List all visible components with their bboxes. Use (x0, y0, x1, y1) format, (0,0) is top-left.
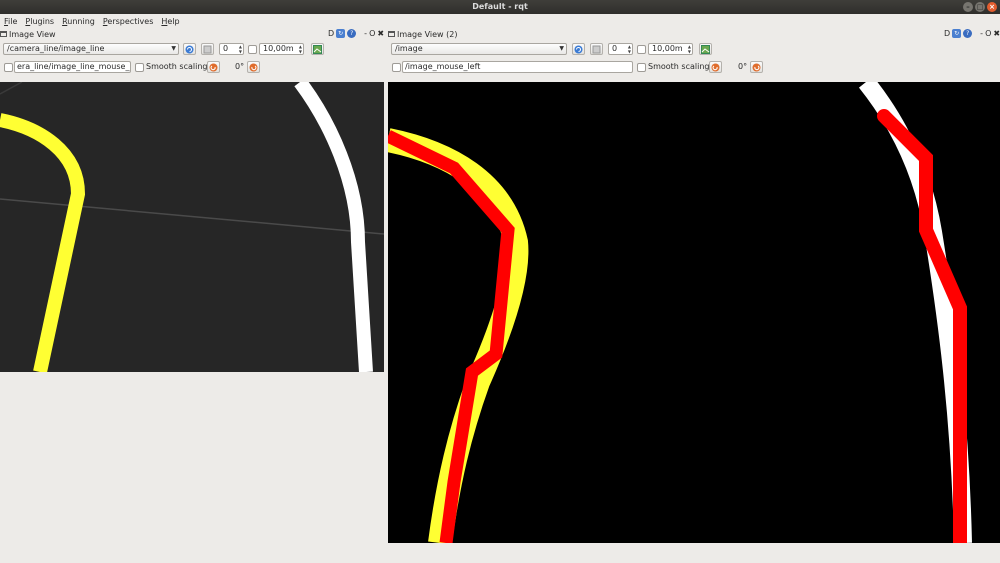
close-button[interactable]: × (987, 2, 997, 12)
save-image-button[interactable] (311, 43, 324, 55)
rotate-right-icon (249, 63, 258, 71)
reload-icon[interactable]: ↻ (952, 29, 962, 38)
dock-title-right: Image View (2) (388, 28, 588, 40)
dock-d-button[interactable]: D (944, 29, 950, 38)
image-canvas-right[interactable] (388, 82, 1000, 543)
refresh-icon (574, 45, 583, 53)
smooth-scaling-label: Smooth scaling (648, 62, 710, 71)
rotation-label: 0° (235, 62, 245, 71)
camera-image-left (0, 82, 384, 372)
refresh-topics-button[interactable] (183, 43, 196, 55)
menu-help[interactable]: Help (161, 17, 179, 26)
max-range-spinbox[interactable]: 10,00m ▲ ▼ (648, 43, 693, 55)
rotate-left-icon (711, 63, 720, 71)
dock-minimize-button[interactable]: - (980, 29, 983, 38)
rotate-left-button[interactable] (207, 61, 220, 73)
menu-file[interactable]: File (4, 17, 17, 26)
rotate-right-button[interactable] (750, 61, 763, 73)
maximize-button[interactable]: □ (975, 2, 985, 12)
mouse-topic-field[interactable]: era_line/image_line_mouse_left (14, 61, 131, 73)
smooth-scaling-checkbox[interactable] (637, 63, 646, 72)
mouse-topic-field[interactable]: /image_mouse_left (402, 61, 633, 73)
spin-box-right[interactable]: 0 ▲ ▼ (608, 43, 633, 55)
reload-icon[interactable]: ↻ (336, 29, 346, 38)
window-titlebar: Default - rqt – □ × (0, 0, 1000, 14)
minimize-button[interactable]: – (963, 2, 973, 12)
rotate-right-button[interactable] (247, 61, 260, 73)
dock-d-button[interactable]: D (328, 29, 334, 38)
dock-controls-left: D ↻ ? - O ✖ (328, 29, 384, 38)
menu-running[interactable]: Running (62, 17, 95, 26)
dock-close-button[interactable]: ✖ (993, 29, 1000, 38)
dock-controls-right: D ↻ ? - O ✖ (944, 29, 1000, 38)
refresh-icon (185, 45, 194, 53)
dock-minimize-button[interactable]: - (364, 29, 367, 38)
processed-image-right (388, 82, 1000, 543)
window-icon (388, 31, 395, 37)
smooth-scaling-label: Smooth scaling (146, 62, 208, 71)
spin-box-left[interactable]: 0 ▲ ▼ (219, 43, 244, 55)
window-title: Default - rqt (472, 2, 528, 11)
menubar: File Plugins Running Perspectives Help (0, 14, 1000, 28)
publish-mouse-checkbox[interactable] (4, 63, 13, 72)
max-range-spinbox[interactable]: 10,00m ▲ ▼ (259, 43, 304, 55)
zoom-icon (592, 45, 601, 53)
dock-title-label: Image View (2) (397, 29, 458, 39)
dynamic-range-checkbox[interactable] (248, 45, 257, 54)
dock-float-button[interactable]: O (985, 29, 991, 38)
image-view-right-dock: Image View (2) D ↻ ? - O ✖ /image ▼ 0 ▲ ▼ 1… (388, 28, 1000, 563)
rotate-left-icon (209, 63, 218, 71)
topic-combo[interactable]: /camera_line/image_line ▼ (3, 43, 179, 55)
publish-mouse-checkbox[interactable] (392, 63, 401, 72)
image-view-left-dock: Image View D ↻ ? - O ✖ /camera_line/imag… (0, 28, 385, 563)
dynamic-range-checkbox[interactable] (637, 45, 646, 54)
rotation-label: 0° (738, 62, 748, 71)
dock-title-label: Image View (9, 29, 56, 39)
menu-perspectives[interactable]: Perspectives (103, 17, 154, 26)
image-canvas-left[interactable] (0, 82, 384, 372)
dock-title-left: Image View (0, 28, 200, 40)
rotate-right-icon (752, 63, 761, 71)
menu-plugins[interactable]: Plugins (25, 17, 54, 26)
help-icon[interactable]: ? (347, 29, 357, 38)
save-image-button[interactable] (699, 43, 712, 55)
zoom-button[interactable] (590, 43, 603, 55)
smooth-scaling-checkbox[interactable] (135, 63, 144, 72)
zoom-icon (203, 45, 212, 53)
window-icon (0, 31, 7, 37)
zoom-button[interactable] (201, 43, 214, 55)
refresh-topics-button[interactable] (572, 43, 585, 55)
help-icon[interactable]: ? (963, 29, 973, 38)
dock-float-button[interactable]: O (369, 29, 375, 38)
topic-combo[interactable]: /image ▼ (391, 43, 567, 55)
image-icon (701, 44, 710, 54)
dock-close-button[interactable]: ✖ (377, 29, 384, 38)
rotate-left-button[interactable] (709, 61, 722, 73)
image-icon (313, 44, 322, 54)
